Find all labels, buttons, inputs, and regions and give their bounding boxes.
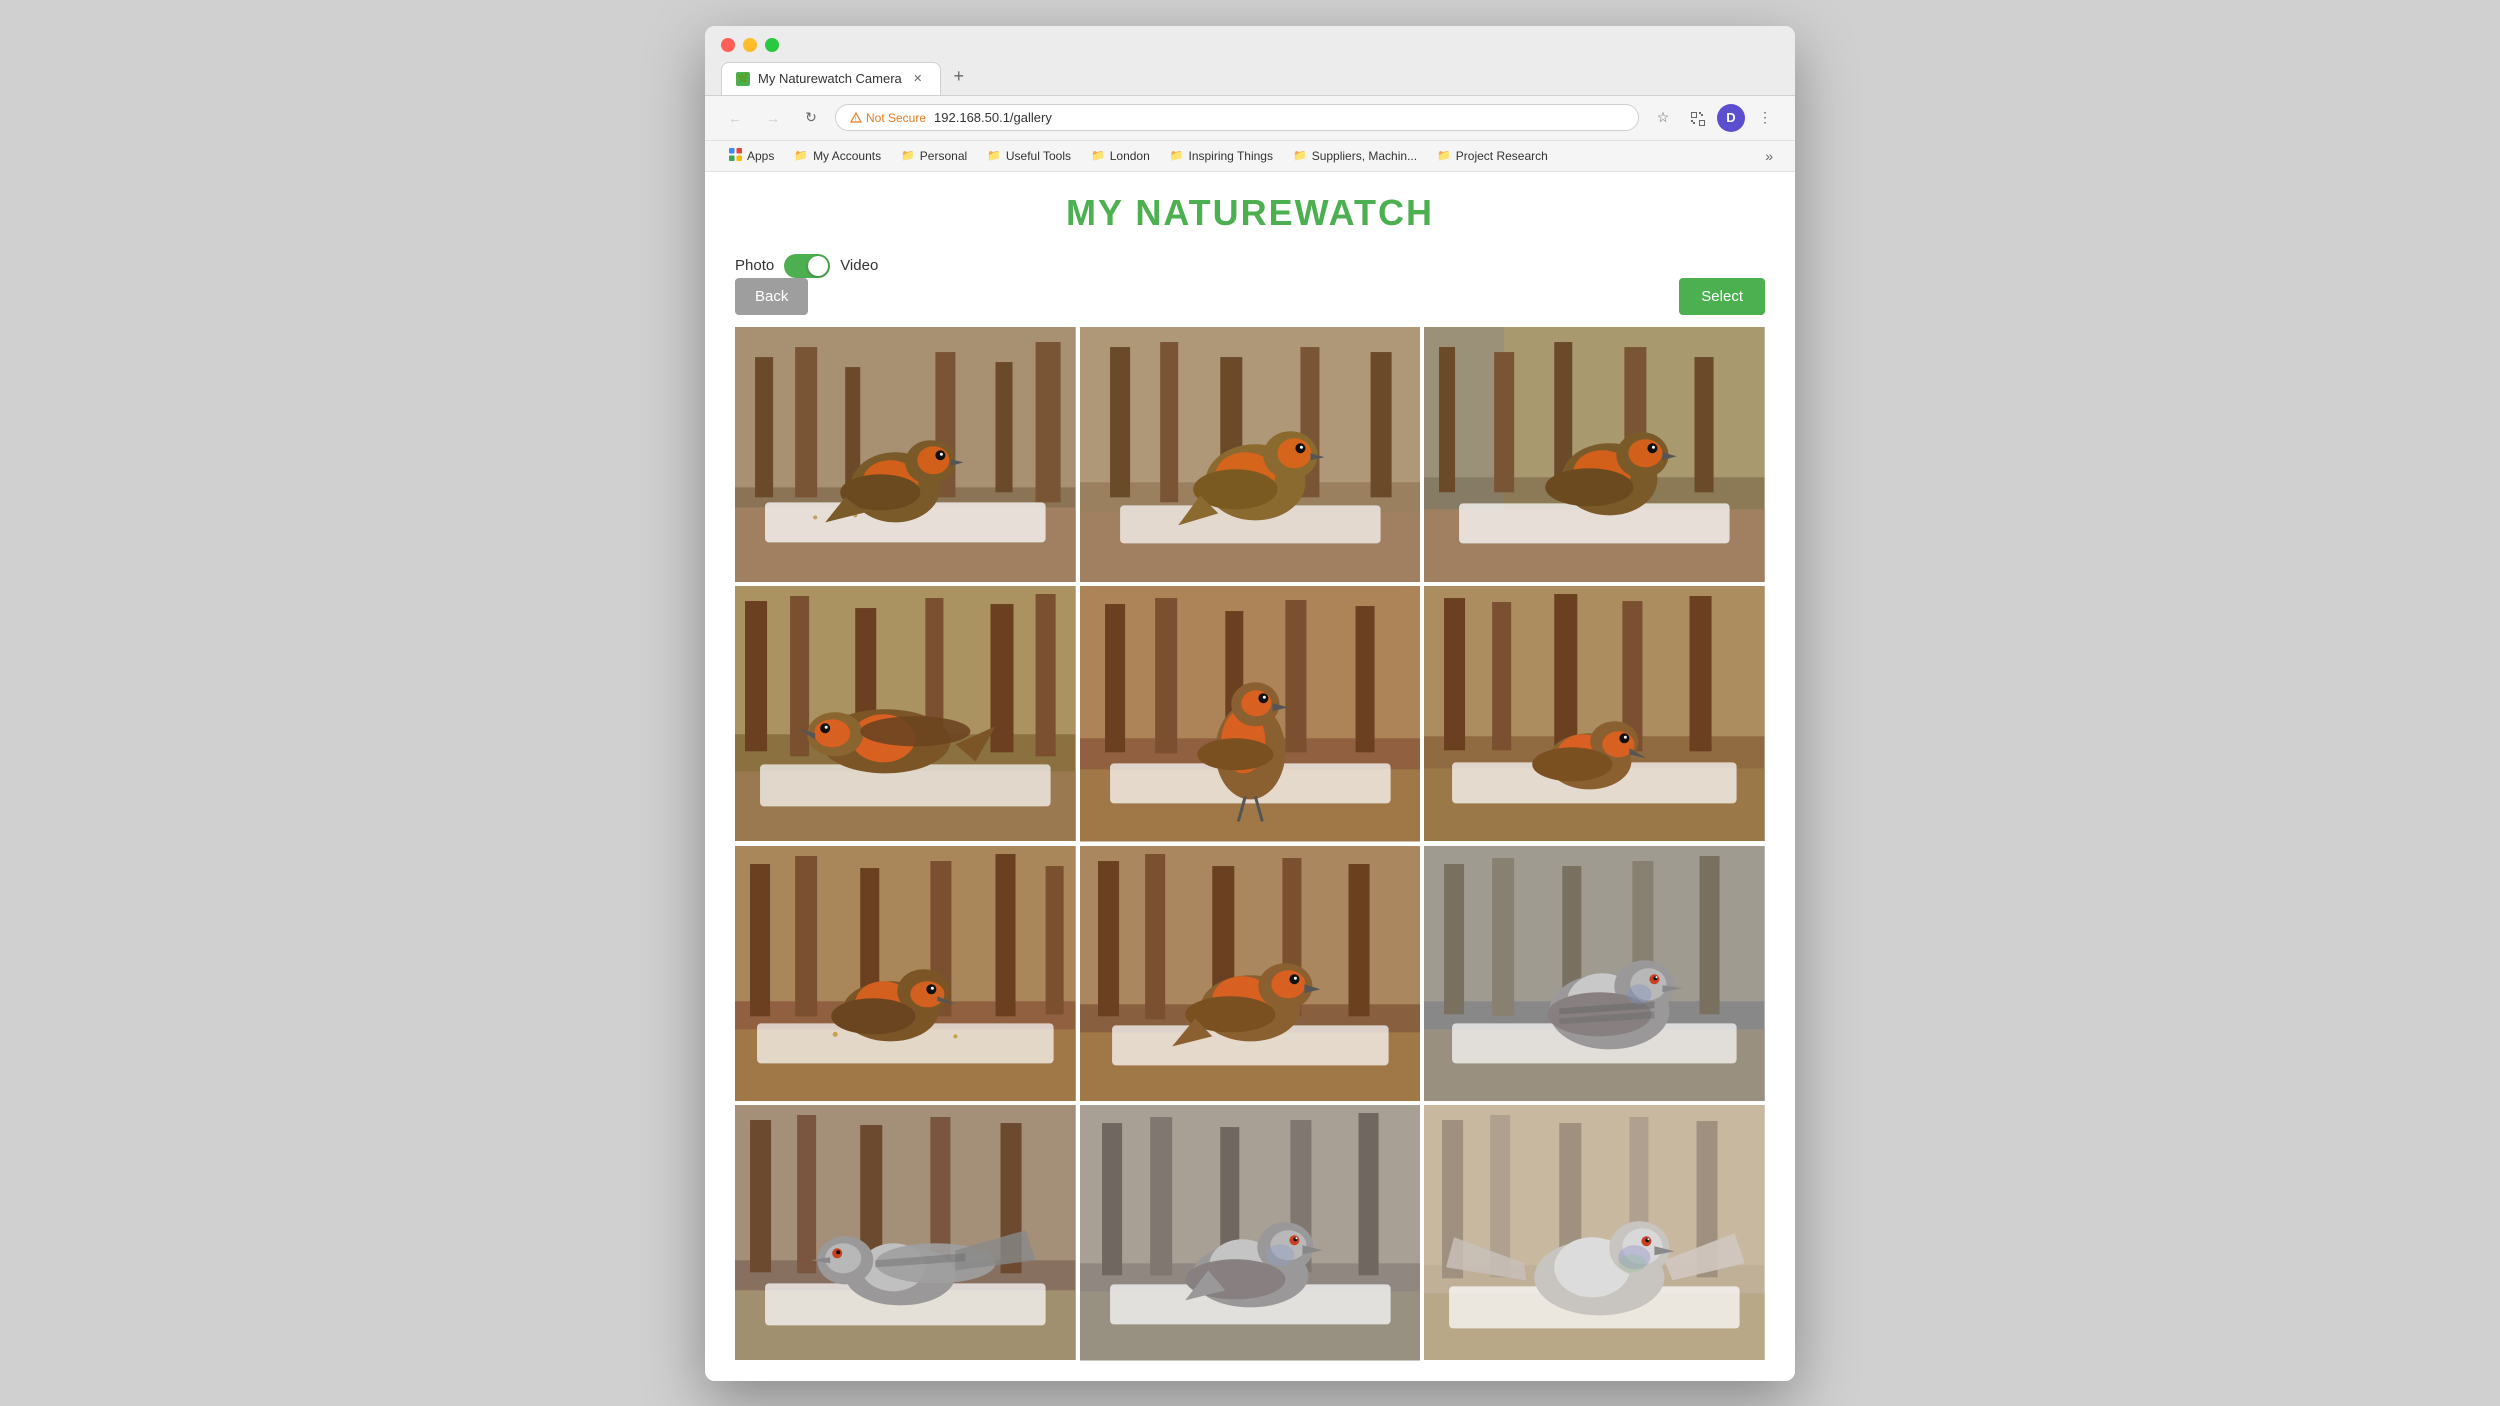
- photo-image: [735, 846, 1076, 1101]
- bookmark-project-research-label: Project Research: [1456, 149, 1548, 163]
- close-button[interactable]: [721, 38, 735, 52]
- folder-icon-useful-tools: 📁: [987, 149, 1001, 162]
- bookmark-london[interactable]: 📁 London: [1083, 146, 1158, 166]
- security-indicator: ! Not Secure: [850, 111, 926, 125]
- bookmark-inspiring-things-label: Inspiring Things: [1188, 149, 1273, 163]
- bookmark-my-accounts-label: My Accounts: [813, 149, 881, 163]
- tab-close-button[interactable]: ✕: [910, 71, 926, 87]
- gallery-item[interactable]: [1424, 846, 1765, 1101]
- bookmark-button[interactable]: ☆: [1649, 104, 1677, 132]
- browser-actions: ☆ D ⋮: [1649, 104, 1779, 132]
- bookmark-suppliers[interactable]: 📁 Suppliers, Machin...: [1285, 146, 1425, 166]
- bookmark-inspiring-things[interactable]: 📁 Inspiring Things: [1162, 146, 1281, 166]
- active-tab[interactable]: 🌿 My Naturewatch Camera ✕: [721, 62, 941, 95]
- bookmark-project-research[interactable]: 📁 Project Research: [1429, 146, 1556, 166]
- photo-image: [1424, 586, 1765, 841]
- page-content: MY NATUREWATCH Photo Video Back Select: [705, 172, 1795, 1381]
- back-button[interactable]: Back: [735, 278, 808, 315]
- bookmark-apps-label: Apps: [747, 149, 774, 163]
- folder-icon-my-accounts: 📁: [794, 149, 808, 162]
- maximize-button[interactable]: [765, 38, 779, 52]
- gallery-item[interactable]: [735, 327, 1076, 582]
- folder-icon-personal: 📁: [901, 149, 915, 162]
- gallery-item[interactable]: [1080, 586, 1421, 842]
- photo-label: Photo: [735, 257, 774, 274]
- tab-label: My Naturewatch Camera: [758, 71, 902, 86]
- tab-favicon: 🌿: [736, 72, 750, 86]
- minimize-button[interactable]: [743, 38, 757, 52]
- photo-image: [1080, 586, 1421, 842]
- bookmark-useful-tools-label: Useful Tools: [1006, 149, 1071, 163]
- photo-video-toggle-group: Photo Video: [735, 254, 1765, 278]
- bookmark-useful-tools[interactable]: 📁 Useful Tools: [979, 146, 1079, 166]
- bookmark-london-label: London: [1110, 149, 1150, 163]
- folder-icon-project-research: 📁: [1437, 149, 1451, 162]
- photo-image: [735, 1105, 1076, 1360]
- puzzle-icon: [1689, 110, 1705, 126]
- gallery-item[interactable]: [735, 846, 1076, 1101]
- action-buttons: Back Select: [735, 278, 1765, 315]
- refresh-button[interactable]: ↻: [797, 104, 825, 132]
- video-label: Video: [840, 257, 878, 274]
- gallery-item[interactable]: [1080, 846, 1421, 1102]
- title-bar: 🌿 My Naturewatch Camera ✕ +: [705, 26, 1795, 96]
- bookmark-apps[interactable]: Apps: [721, 145, 782, 167]
- gallery-item[interactable]: [1080, 1105, 1421, 1361]
- gallery-item[interactable]: [1424, 586, 1765, 841]
- bookmark-personal[interactable]: 📁 Personal: [893, 146, 975, 166]
- folder-icon-inspiring-things: 📁: [1170, 149, 1184, 162]
- back-nav-button[interactable]: ←: [721, 104, 749, 132]
- apps-grid-icon: [729, 148, 742, 164]
- gallery-item[interactable]: [1080, 327, 1421, 583]
- bookmark-suppliers-label: Suppliers, Machin...: [1312, 149, 1417, 163]
- tab-bar: 🌿 My Naturewatch Camera ✕ +: [721, 62, 1779, 95]
- photo-image: [1424, 1105, 1765, 1360]
- photo-image: [1424, 846, 1765, 1101]
- traffic-lights: [721, 38, 1779, 52]
- bookmark-personal-label: Personal: [920, 149, 967, 163]
- warning-icon: !: [850, 112, 862, 124]
- photo-image: [1080, 846, 1421, 1102]
- photo-image: [1080, 327, 1421, 583]
- extensions-button[interactable]: [1683, 104, 1711, 132]
- address-bar: ← → ↻ ! Not Secure 192.168.50.1/gallery …: [705, 96, 1795, 141]
- browser-window: 🌿 My Naturewatch Camera ✕ + ← → ↻ ! Not …: [705, 26, 1795, 1381]
- url-text: 192.168.50.1/gallery: [934, 110, 1052, 125]
- bookmark-my-accounts[interactable]: 📁 My Accounts: [786, 146, 889, 166]
- more-bookmarks-button[interactable]: »: [1759, 145, 1779, 167]
- page-title: MY NATUREWATCH: [735, 192, 1765, 234]
- gallery-item[interactable]: [735, 586, 1076, 841]
- folder-icon-london: 📁: [1091, 149, 1105, 162]
- gallery-item[interactable]: [1424, 1105, 1765, 1360]
- new-tab-button[interactable]: +: [945, 63, 973, 91]
- toggle-knob: [808, 256, 828, 276]
- photo-image: [1424, 327, 1765, 582]
- profile-button[interactable]: D: [1717, 104, 1745, 132]
- folder-icon-suppliers: 📁: [1293, 149, 1307, 162]
- forward-nav-button[interactable]: →: [759, 104, 787, 132]
- url-bar[interactable]: ! Not Secure 192.168.50.1/gallery: [835, 104, 1639, 131]
- photo-image: [735, 586, 1076, 841]
- menu-button[interactable]: ⋮: [1751, 104, 1779, 132]
- gallery-item[interactable]: [735, 1105, 1076, 1360]
- select-button[interactable]: Select: [1679, 278, 1765, 315]
- bookmarks-bar: Apps 📁 My Accounts 📁 Personal 📁 Useful T…: [705, 141, 1795, 172]
- photo-gallery: [735, 327, 1765, 1361]
- photo-image: [735, 327, 1076, 582]
- photo-image: [1080, 1105, 1421, 1361]
- gallery-item[interactable]: [1424, 327, 1765, 582]
- photo-video-toggle[interactable]: [784, 254, 830, 278]
